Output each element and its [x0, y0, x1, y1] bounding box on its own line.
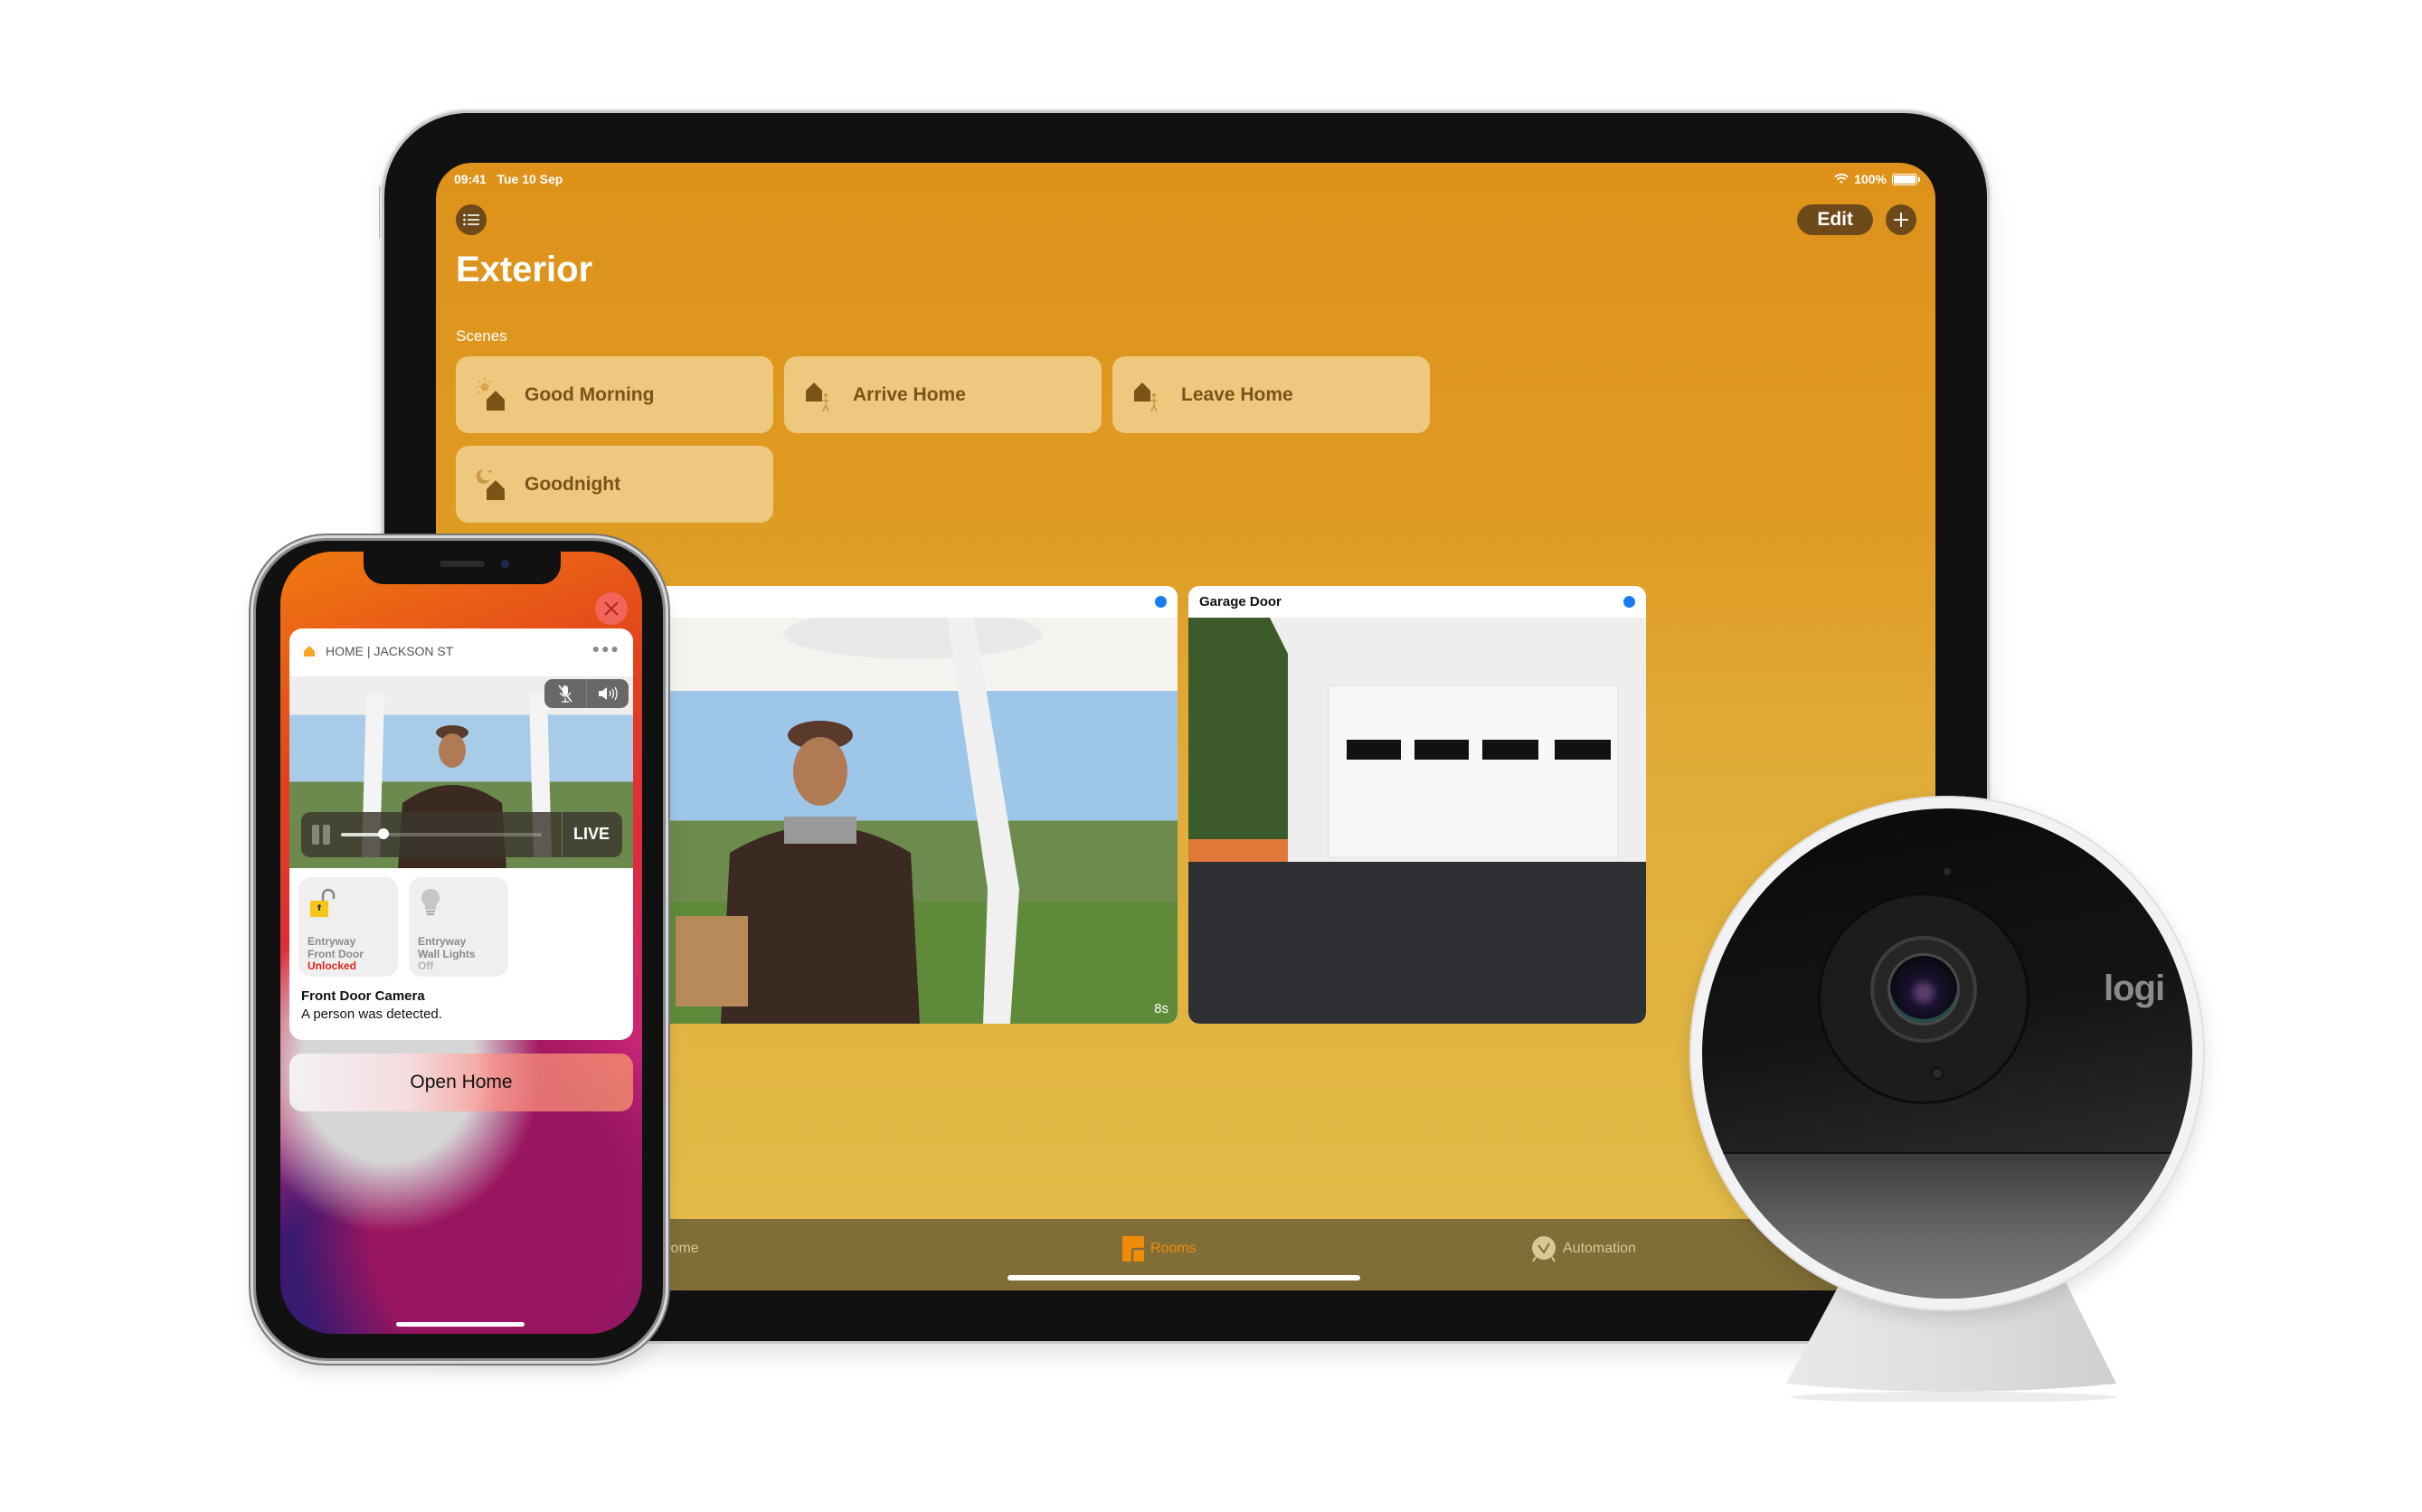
camera-card-header: Garage Door: [1188, 586, 1646, 618]
scene-goodnight[interactable]: Goodnight: [456, 446, 773, 523]
time-text: 09:41: [454, 172, 487, 186]
camera-feed-garage-door[interactable]: [1188, 618, 1646, 1024]
scene-leave-home[interactable]: Leave Home: [1112, 356, 1430, 433]
sun-house-icon: [476, 377, 505, 411]
scene-arrive-home[interactable]: Arrive Home: [784, 356, 1102, 433]
tab-automation[interactable]: Automation: [1530, 1235, 1636, 1262]
pause-button[interactable]: [312, 825, 332, 845]
speaker-icon: [599, 686, 618, 701]
scene-label: Arrive Home: [853, 383, 966, 405]
battery-level: [1894, 175, 1916, 184]
wifi-icon: [1834, 174, 1849, 184]
edit-button[interactable]: Edit: [1797, 204, 1873, 235]
accessory-room: Entryway: [307, 935, 356, 948]
page-title: Exterior: [456, 250, 593, 289]
battery-icon: [1892, 173, 1920, 185]
accessory-label: Entryway Wall Lights Off: [418, 935, 476, 973]
camera-status-dot: [1623, 596, 1635, 608]
camera-mic-hole: [1944, 868, 1951, 875]
accessory-state: Unlocked: [307, 959, 357, 972]
camera-card-garage-door[interactable]: Garage Door: [1188, 586, 1646, 1024]
iphone-screen: HOME | JACKSON ST ●●● LIVE Entryway Fron…: [280, 552, 642, 1334]
garage-image: [1188, 618, 1646, 862]
logi-logo: logi: [2104, 969, 2165, 1008]
notification-card[interactable]: HOME | JACKSON ST ●●● LIVE Entryway Fron…: [289, 628, 633, 1040]
accessory-front-door-lock[interactable]: Entryway Front Door Unlocked: [298, 877, 398, 977]
arrive-home-icon: [806, 382, 829, 411]
video-player-bar: LIVE: [301, 812, 622, 857]
logi-camera-face: logi: [1702, 808, 2192, 1299]
scene-label: Leave Home: [1181, 383, 1293, 405]
tab-label: Home: [660, 1241, 699, 1256]
notification-app-name: HOME | JACKSON ST: [326, 644, 454, 658]
camera-status-dot: [1155, 596, 1167, 608]
camera-lens-ring: [1821, 895, 2027, 1101]
scrubber-knob[interactable]: [377, 828, 389, 839]
moon-house-icon: [476, 468, 505, 500]
mic-muted-button[interactable]: [544, 679, 587, 708]
camera-lens: [1890, 956, 1957, 1023]
accessory-wall-lights[interactable]: Entryway Wall Lights Off: [409, 877, 508, 977]
camera-feed-front-door[interactable]: 8s: [648, 618, 1178, 1024]
notification-title: Front Door Camera: [301, 988, 425, 1004]
audio-controls: [544, 679, 629, 708]
accessory-state: Off: [418, 959, 434, 972]
scene-good-morning[interactable]: Good Morning: [456, 356, 773, 433]
scrubber[interactable]: [341, 828, 542, 839]
clock-check-icon: [1532, 1236, 1556, 1262]
tab-rooms[interactable]: Rooms: [1121, 1235, 1197, 1262]
speaker-button[interactable]: [587, 679, 629, 708]
status-bar-time: 09:41 Tue 10 Sep: [454, 172, 563, 186]
close-icon: [604, 601, 619, 616]
front-camera: [501, 560, 509, 568]
delivery-person-image: [676, 618, 1019, 1024]
mic-muted-icon: [558, 685, 572, 703]
date-text: Tue 10 Sep: [497, 172, 563, 186]
camera-timestamp: 8s: [1154, 1001, 1168, 1016]
rooms-icon: [1122, 1236, 1144, 1262]
unlocked-padlock-icon: [310, 888, 336, 917]
accessory-name: Wall Lights: [418, 947, 476, 960]
battery-percent: 100%: [1854, 172, 1887, 186]
home-indicator[interactable]: [396, 1322, 525, 1327]
list-icon: [463, 213, 479, 226]
live-button[interactable]: LIVE: [573, 825, 610, 844]
close-button[interactable]: [595, 592, 628, 625]
camera-card-front-door[interactable]: 8s: [648, 586, 1178, 1024]
scene-label: Goodnight: [525, 473, 621, 495]
accessory-name: Front Door: [307, 947, 364, 960]
lightbulb-icon: [421, 889, 440, 915]
add-button[interactable]: [1886, 204, 1916, 235]
camera-ir-sensor: [1931, 1067, 1944, 1080]
scene-label: Good Morning: [525, 383, 655, 405]
notch: [364, 552, 561, 584]
status-bar-right: 100%: [1834, 172, 1920, 186]
menu-button[interactable]: [456, 204, 487, 235]
home-indicator[interactable]: [1008, 1275, 1360, 1280]
home-app-icon: [302, 644, 317, 658]
notification-body: A person was detected.: [301, 1006, 442, 1022]
earpiece: [440, 561, 485, 567]
tab-label: Automation: [1563, 1241, 1636, 1256]
camera-title: Garage Door: [1199, 594, 1282, 610]
open-home-button[interactable]: Open Home: [289, 1054, 633, 1111]
tab-label: Rooms: [1150, 1241, 1197, 1256]
scrubber-progress: [341, 833, 383, 836]
leave-home-icon: [1134, 382, 1158, 411]
notification-camera-feed[interactable]: LIVE: [289, 676, 633, 868]
ellipsis-icon[interactable]: ●●●: [592, 641, 620, 656]
accessory-label: Entryway Front Door Unlocked: [307, 935, 364, 973]
accessory-room: Entryway: [418, 935, 467, 948]
plus-icon: [1894, 213, 1908, 227]
scenes-section-label: Scenes: [456, 327, 507, 345]
camera-card-header: [648, 586, 1178, 618]
